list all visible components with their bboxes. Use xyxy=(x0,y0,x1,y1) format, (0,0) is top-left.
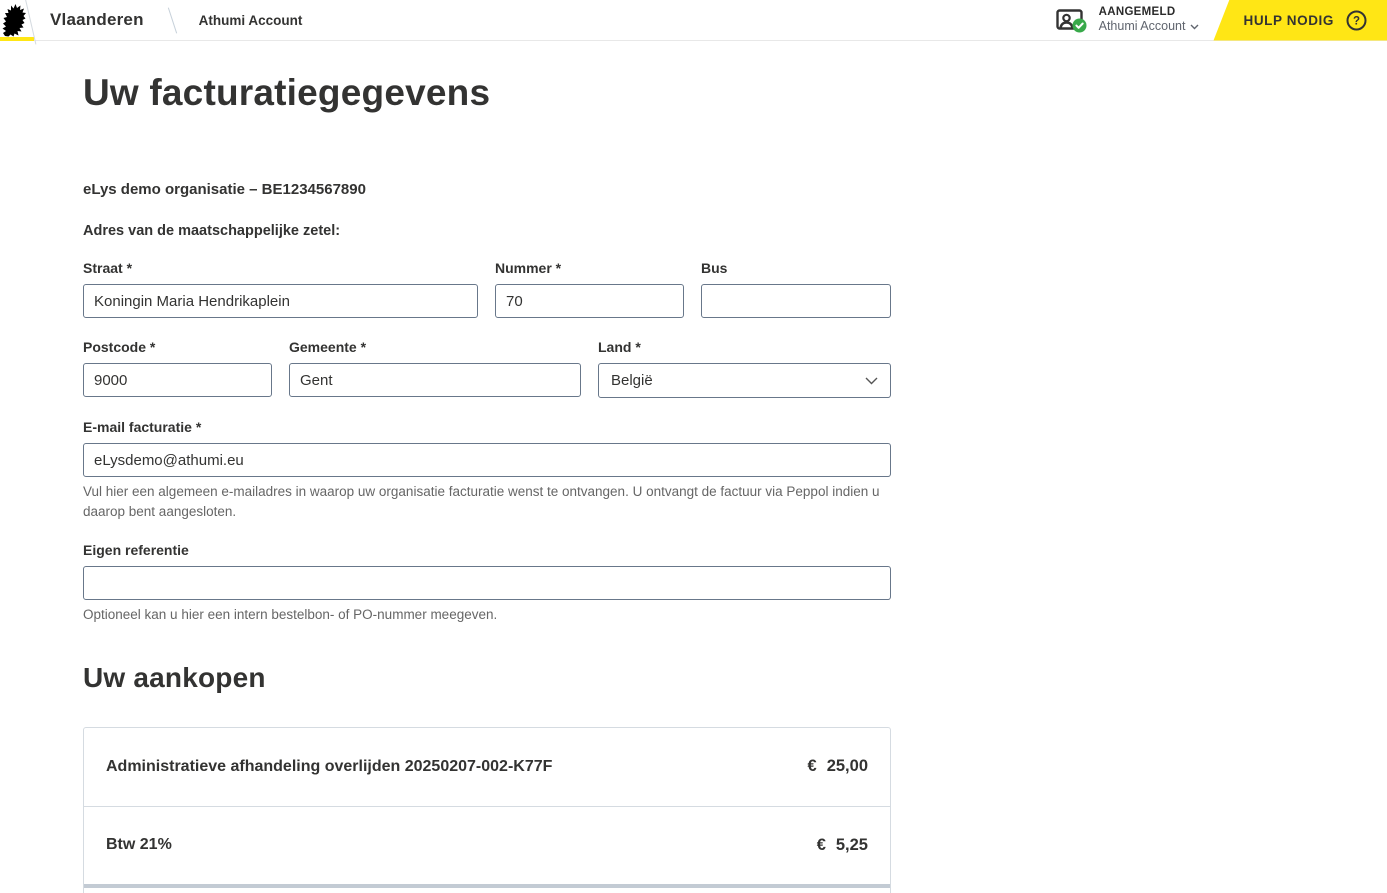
postcode-input[interactable] xyxy=(83,363,272,397)
form-row-city: Postcode * Gemeente * Land * België xyxy=(83,339,891,398)
field-gemeente: Gemeente * xyxy=(289,339,581,398)
land-selected-value: België xyxy=(611,372,653,389)
breadcrumb-separator xyxy=(168,7,177,33)
help-label: HULP NODIG xyxy=(1243,13,1334,28)
address-heading: Adres van de maatschappelijke zetel: xyxy=(83,223,891,239)
email-input[interactable] xyxy=(83,443,891,477)
breadcrumb[interactable]: Athumi Account xyxy=(199,13,303,28)
chevron-down-icon xyxy=(1190,24,1199,30)
question-mark-icon: ? xyxy=(1346,10,1367,31)
account-status: AANGEMELD xyxy=(1099,5,1200,19)
purchase-item-label: Btw 21% xyxy=(106,836,172,854)
field-referentie: Eigen referentie Optioneel kan u hier ee… xyxy=(83,542,891,625)
chevron-down-icon xyxy=(865,377,878,385)
purchase-item-amount: € 5,25 xyxy=(817,836,868,855)
purchase-item-amount: € 25,00 xyxy=(808,757,868,776)
page-title: Uw facturatiegegevens xyxy=(83,72,891,114)
postcode-label: Postcode * xyxy=(83,339,272,355)
currency-symbol: € xyxy=(808,757,817,776)
main-content: Uw facturatiegegevens eLys demo organisa… xyxy=(0,72,891,893)
currency-symbol: € xyxy=(817,836,826,855)
purchases-table: Administratieve afhandeling overlijden 2… xyxy=(83,727,891,893)
field-straat: Straat * xyxy=(83,260,478,318)
land-label: Land * xyxy=(598,339,891,355)
svg-text:?: ? xyxy=(1353,15,1360,27)
nummer-input[interactable] xyxy=(495,284,684,318)
gemeente-input[interactable] xyxy=(289,363,581,397)
email-helper-text: Vul hier een algemeen e-mailadres in waa… xyxy=(83,482,891,521)
brand-title[interactable]: Vlaanderen xyxy=(50,10,144,30)
amount-value: 5,25 xyxy=(836,836,868,855)
bus-input[interactable] xyxy=(701,284,891,318)
form-row-referentie: Eigen referentie Optioneel kan u hier ee… xyxy=(83,542,891,625)
nummer-label: Nummer * xyxy=(495,260,684,276)
organisation-line: eLys demo organisatie – BE1234567890 xyxy=(83,181,891,198)
field-nummer: Nummer * xyxy=(495,260,684,318)
account-name: Athumi Account xyxy=(1099,19,1200,35)
referentie-helper-text: Optioneel kan u hier een intern bestelbo… xyxy=(83,605,891,625)
purchases-title: Uw aankopen xyxy=(83,662,891,694)
table-row: Administratieve afhandeling overlijden 2… xyxy=(84,728,890,806)
vlaanderen-lion-icon xyxy=(1,3,26,37)
bus-label: Bus xyxy=(701,260,891,276)
straat-label: Straat * xyxy=(83,260,478,276)
site-header: Vlaanderen Athumi Account AANGEMELD Athu… xyxy=(0,0,1387,41)
email-label: E-mail facturatie * xyxy=(83,419,891,435)
form-row-email: E-mail facturatie * Vul hier een algemee… xyxy=(83,419,891,521)
table-row: Btw 21% € 5,25 xyxy=(84,806,890,884)
field-bus: Bus xyxy=(701,260,891,318)
account-card-icon xyxy=(1056,6,1089,34)
vlaanderen-logo[interactable] xyxy=(0,0,46,41)
gemeente-label: Gemeente * xyxy=(289,339,581,355)
help-button[interactable]: HULP NODIG ? xyxy=(1213,0,1387,41)
field-postcode: Postcode * xyxy=(83,339,272,398)
table-row xyxy=(84,888,890,893)
purchase-item-label: Administratieve afhandeling overlijden 2… xyxy=(106,758,552,776)
referentie-label: Eigen referentie xyxy=(83,542,891,558)
logo-yellow-bar xyxy=(0,37,34,41)
amount-value: 25,00 xyxy=(827,757,868,776)
account-texts: AANGEMELD Athumi Account xyxy=(1099,5,1200,35)
land-select[interactable]: België xyxy=(598,363,891,398)
billing-form: Straat * Nummer * Bus Postcode * Gemeent… xyxy=(83,260,891,625)
account-menu[interactable]: AANGEMELD Athumi Account xyxy=(1056,5,1200,35)
field-land: Land * België xyxy=(598,339,891,398)
referentie-input[interactable] xyxy=(83,566,891,600)
straat-input[interactable] xyxy=(83,284,478,318)
field-email: E-mail facturatie * Vul hier een algemee… xyxy=(83,419,891,521)
form-row-street: Straat * Nummer * Bus xyxy=(83,260,891,318)
